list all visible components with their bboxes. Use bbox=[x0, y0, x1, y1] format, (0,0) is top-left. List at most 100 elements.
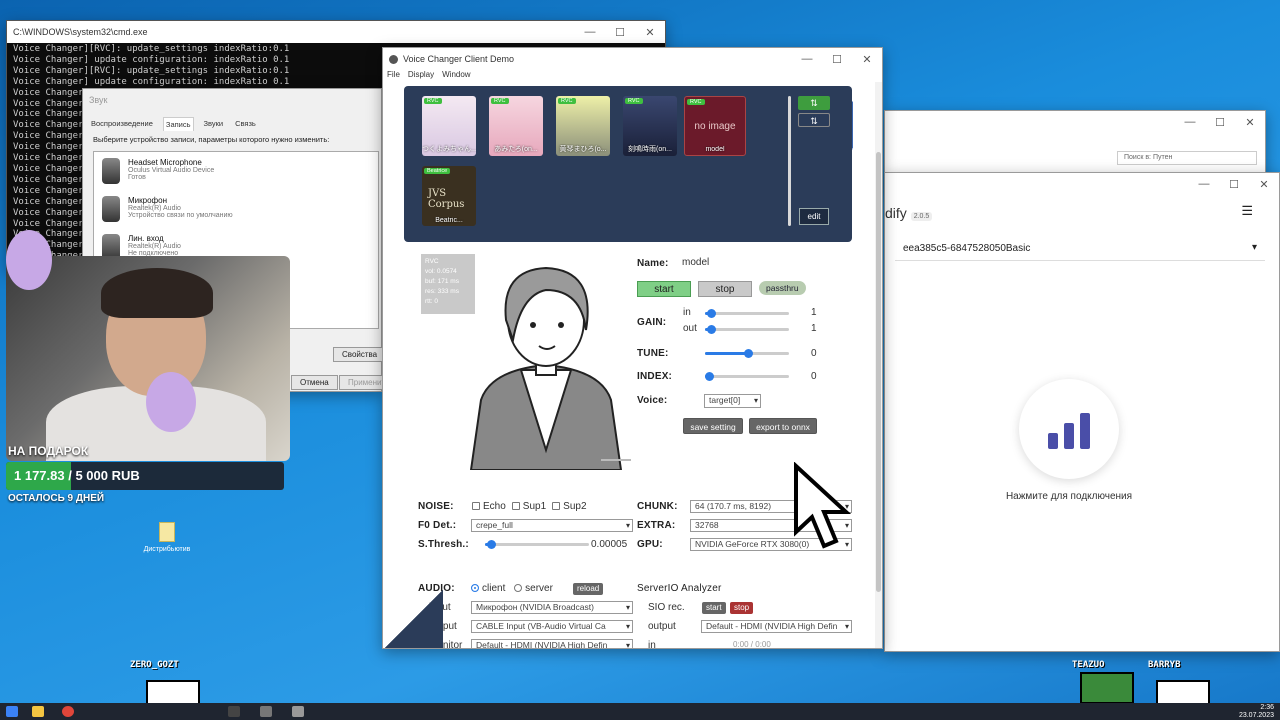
folder-icon[interactable] bbox=[32, 706, 44, 717]
app-icon bbox=[389, 54, 398, 64]
start-icon[interactable] bbox=[6, 706, 18, 717]
chrome-icon[interactable] bbox=[62, 706, 74, 717]
donate-progress: 1 177.83 / 5 000 RUB bbox=[6, 462, 284, 490]
vc-titlebar[interactable]: Voice Changer Client Demo — ☐ ✕ bbox=[383, 48, 882, 70]
slider-knob[interactable] bbox=[487, 540, 496, 549]
sound-titlebar[interactable]: Звук bbox=[83, 89, 381, 111]
scroll-thumb[interactable] bbox=[876, 152, 881, 592]
sio-stop-button[interactable]: stop bbox=[730, 602, 754, 614]
in-label: in bbox=[648, 640, 656, 649]
device-select[interactable]: eea385c5-6847528050Basic ▾ bbox=[895, 237, 1265, 261]
list-item[interactable]: Микрофон Realtek(R) Audio Устройство связи… bbox=[94, 190, 378, 228]
server-radio[interactable] bbox=[514, 584, 523, 592]
stop-button[interactable]: stop bbox=[698, 281, 752, 297]
tab-communications[interactable]: Связь bbox=[233, 117, 258, 131]
slot-tag: RVC bbox=[687, 99, 705, 105]
sup1-label: Sup1 bbox=[522, 501, 547, 512]
maximize-icon[interactable]: ☐ bbox=[1205, 116, 1235, 129]
tab-sounds[interactable]: Звуки bbox=[202, 117, 226, 131]
close-icon[interactable]: ✕ bbox=[852, 53, 882, 66]
output2-select[interactable]: Default - HDMI (NVIDIA High Defin bbox=[701, 620, 852, 633]
sup1-checkbox[interactable] bbox=[511, 502, 520, 510]
monitor-select[interactable]: Default - HDMI (NVIDIA High Defin bbox=[471, 639, 633, 648]
edit-button[interactable]: edit bbox=[799, 208, 829, 225]
vc-scrollbar[interactable] bbox=[875, 82, 882, 648]
minimize-icon[interactable]: — bbox=[1189, 178, 1219, 190]
model-slot[interactable]: RVC つくよみちゃん... bbox=[422, 96, 476, 156]
gain-in-slider[interactable] bbox=[705, 309, 789, 318]
minimize-icon[interactable]: — bbox=[792, 53, 822, 65]
f0-select[interactable]: crepe_full bbox=[471, 519, 633, 532]
output2-label: output bbox=[648, 621, 676, 632]
microphone-icon bbox=[102, 158, 120, 184]
save-setting-button[interactable]: save setting bbox=[683, 418, 743, 434]
slot-scrollbar[interactable] bbox=[788, 96, 791, 226]
client-radio[interactable] bbox=[471, 584, 479, 592]
minimize-icon[interactable]: — bbox=[1175, 116, 1205, 128]
connect-button[interactable] bbox=[1019, 379, 1119, 479]
slot-art-text: JVS Corpus bbox=[428, 188, 465, 210]
webcam-hair bbox=[101, 268, 213, 318]
reload-button[interactable]: reload bbox=[573, 583, 604, 595]
app-icon[interactable] bbox=[260, 706, 272, 717]
close-icon[interactable]: ✕ bbox=[635, 26, 665, 39]
maximize-icon[interactable]: ☐ bbox=[605, 26, 635, 39]
settings-icon[interactable]: ☰ bbox=[1241, 203, 1253, 219]
passthru-button[interactable]: passthru bbox=[759, 281, 806, 295]
slot-caption: Beatric... bbox=[435, 217, 463, 224]
slider-knob[interactable] bbox=[707, 309, 716, 318]
explorer-titlebar[interactable]: — ☐ ✕ bbox=[885, 111, 1265, 133]
maximize-icon[interactable]: ☐ bbox=[822, 53, 852, 66]
console-titlebar[interactable]: C:\WINDOWS\system32\cmd.exe — ☐ ✕ bbox=[7, 21, 665, 43]
sort-down-button[interactable]: ⇅ bbox=[798, 113, 830, 127]
slot-tag: RVC bbox=[558, 98, 576, 104]
tab-recording[interactable]: Запись bbox=[162, 117, 194, 131]
model-slot[interactable]: Beatrice JVS Corpus Beatric... bbox=[422, 166, 476, 226]
donate-title: НА ПОДАРОК bbox=[8, 444, 89, 458]
export-onnx-button[interactable]: export to onnx bbox=[749, 418, 817, 434]
model-slot-panel: RVC つくよみちゃん... RVC あみたろ(on... RVC 黄琴まひろ(o..… bbox=[404, 86, 852, 242]
model-slot[interactable]: RVC 黄琴まひろ(o... bbox=[556, 96, 610, 156]
model-slot[interactable]: RVC 刻鳴時雨(on... bbox=[623, 96, 677, 156]
cancel-button[interactable]: Отмена bbox=[291, 375, 338, 390]
file-icon bbox=[159, 522, 175, 542]
model-slot-selected[interactable]: RVC no image model bbox=[684, 96, 746, 156]
sup2-checkbox[interactable] bbox=[552, 502, 561, 510]
explorer-search-input[interactable]: Поиск в: Путен bbox=[1117, 151, 1257, 165]
close-icon[interactable]: ✕ bbox=[1249, 178, 1279, 191]
input-select[interactable]: Микрофон (NVIDIA Broadcast) bbox=[471, 601, 633, 614]
terminal-icon[interactable] bbox=[228, 706, 240, 717]
slot-caption: つくよみちゃん... bbox=[422, 146, 476, 153]
sthresh-slider[interactable] bbox=[485, 540, 589, 549]
gain-out-slider[interactable] bbox=[705, 325, 789, 334]
maximize-icon[interactable]: ☐ bbox=[1219, 178, 1249, 191]
sthresh-label: S.Thresh.: bbox=[418, 539, 469, 550]
model-slot[interactable]: RVC あみたろ(on... bbox=[489, 96, 543, 156]
modify-titlebar[interactable]: — ☐ ✕ bbox=[885, 173, 1279, 195]
voice-select[interactable]: target[0] bbox=[704, 394, 761, 408]
slot-caption: あみたろ(on... bbox=[494, 146, 538, 153]
taskbar-clock[interactable]: 2:36 23.07.2023 bbox=[1239, 704, 1274, 720]
list-item[interactable]: Headset Microphone Oculus Virtual Audio D… bbox=[94, 152, 378, 190]
clock-date: 23.07.2023 bbox=[1238, 712, 1274, 719]
tune-slider[interactable] bbox=[705, 349, 789, 358]
voice-label: Voice: bbox=[637, 395, 668, 406]
app-icon[interactable] bbox=[292, 706, 304, 717]
minimize-icon[interactable]: — bbox=[575, 26, 605, 38]
output-select[interactable]: CABLE Input (VB-Audio Virtual Ca bbox=[471, 620, 633, 633]
slider-knob[interactable] bbox=[707, 325, 716, 334]
slider-knob[interactable] bbox=[705, 372, 714, 381]
slider-fill bbox=[705, 352, 749, 355]
start-button[interactable]: start bbox=[637, 281, 691, 297]
webcam-overlay bbox=[6, 256, 290, 461]
sio-start-button[interactable]: start bbox=[702, 602, 726, 614]
chevron-down-icon: ▾ bbox=[1251, 242, 1257, 253]
sort-button[interactable]: ⇅ bbox=[798, 96, 830, 110]
tab-playback[interactable]: Воспроизведение bbox=[89, 117, 155, 131]
echo-checkbox[interactable] bbox=[472, 502, 480, 510]
index-slider[interactable] bbox=[705, 372, 789, 381]
close-icon[interactable]: ✕ bbox=[1235, 116, 1265, 129]
desktop-file-icon[interactable]: Дистрибьютив bbox=[142, 522, 192, 553]
slider-knob[interactable] bbox=[744, 349, 753, 358]
properties-button[interactable]: Свойства bbox=[333, 347, 387, 362]
